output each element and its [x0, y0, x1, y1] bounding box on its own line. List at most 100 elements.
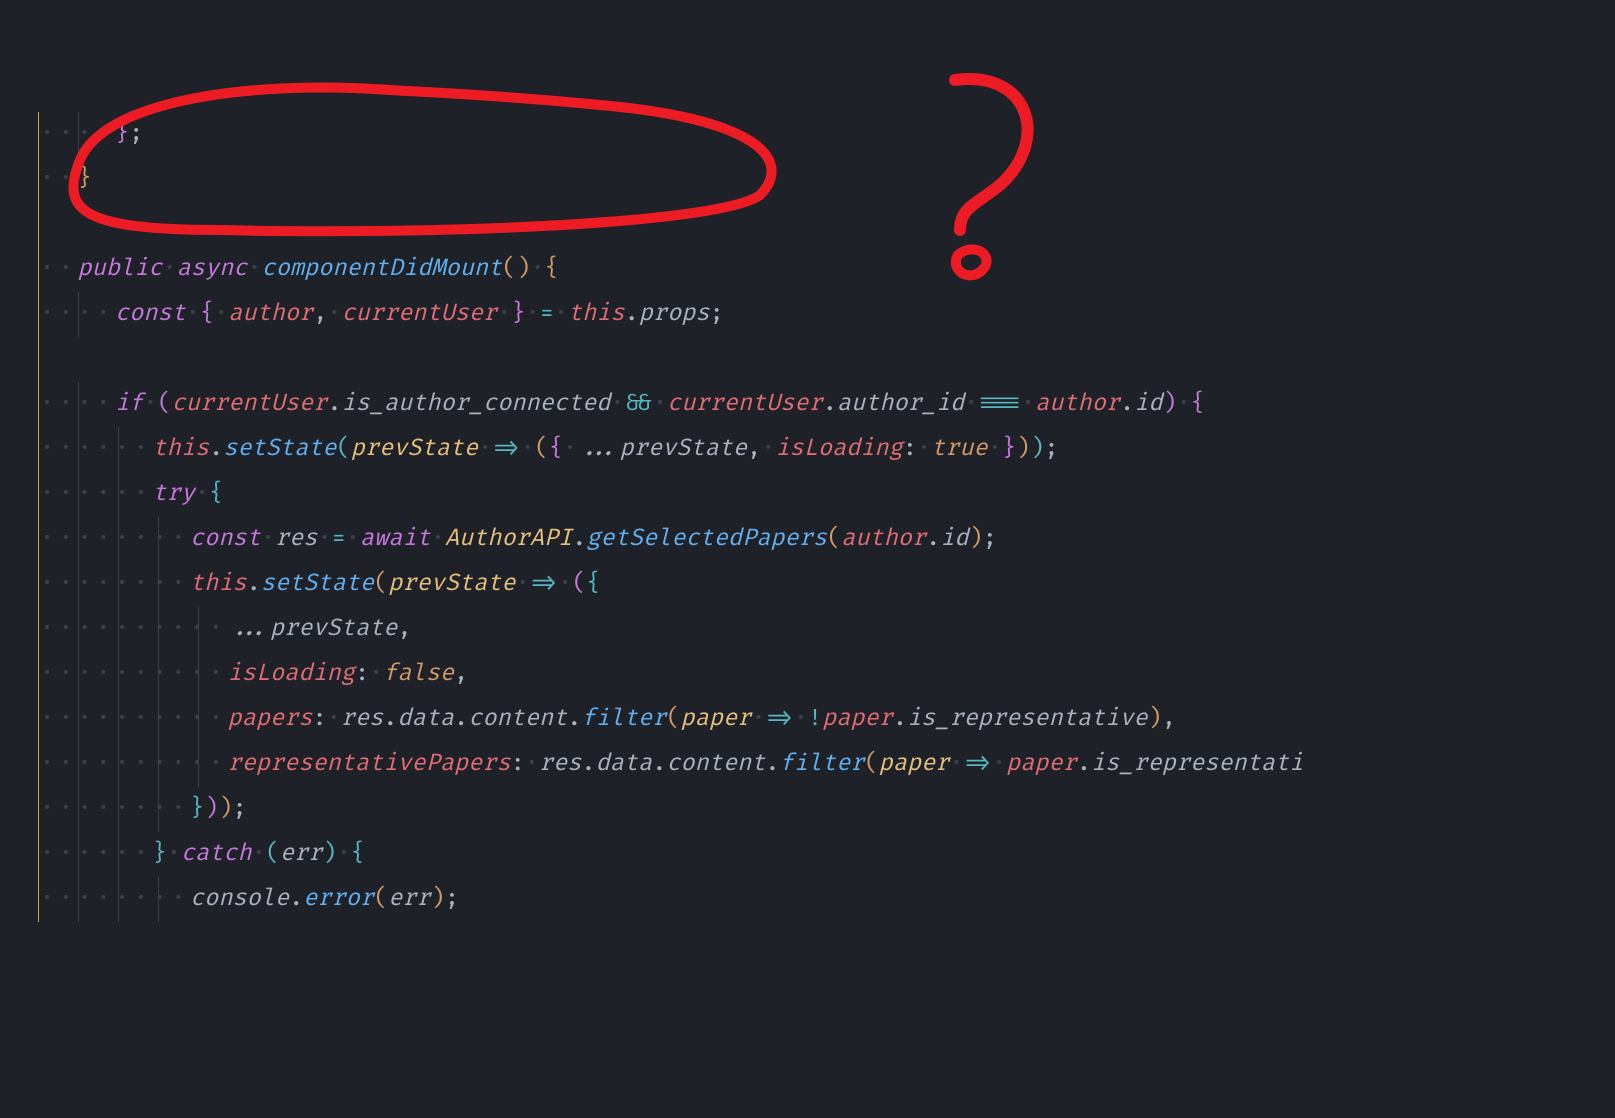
- token-var: currentUser: [172, 390, 328, 418]
- token-ws: ·: [478, 435, 492, 463]
- token-ws: ·: [186, 300, 200, 328]
- code-line[interactable]: · · · · · · · · · · representativePapers…: [0, 742, 1615, 787]
- token-punct: .: [209, 435, 223, 463]
- token-param: prevState: [388, 570, 515, 598]
- indent-guide: [38, 832, 39, 877]
- token-ws: ·: [516, 570, 530, 598]
- token-prop: props: [639, 300, 710, 328]
- token-punct: .: [1077, 750, 1091, 778]
- indent-guide: [118, 742, 119, 787]
- token-brace-y: (): [502, 255, 530, 283]
- indent-guide: [78, 607, 79, 652]
- token-kw-mod: public: [78, 255, 163, 283]
- code-line[interactable]: · · · · const·{·author,·currentUser·}·=·…: [0, 292, 1615, 337]
- token-ws: ·: [530, 255, 544, 283]
- token-op: !: [808, 705, 822, 733]
- token-ws: ·: [143, 390, 157, 418]
- token-punct: .: [247, 570, 261, 598]
- code-line[interactable]: · · · · · · · · const·res·=·await·Author…: [0, 517, 1615, 562]
- indent-guide: [38, 742, 39, 787]
- indent-guide: [38, 652, 39, 697]
- token-brace-b: ): [1030, 435, 1044, 463]
- indent-guide: [38, 517, 39, 562]
- token-method: getSelectedPapers: [586, 525, 827, 553]
- indent-guide: [78, 742, 79, 787]
- code-line[interactable]: · · · · · · · · console.error(err);: [0, 877, 1615, 922]
- token-punct: .: [652, 750, 666, 778]
- token-ws: ·: [653, 390, 667, 418]
- indent-guide: [78, 562, 79, 607]
- indent-guide: [38, 607, 39, 652]
- token-this: this: [190, 570, 247, 598]
- indent-guide: [78, 427, 79, 472]
- token-prop: is_author_connected: [342, 390, 611, 418]
- indent-guide: [118, 877, 119, 922]
- indent-guide: [118, 652, 119, 697]
- indent-guide: [198, 697, 199, 742]
- token-prop: content: [666, 750, 765, 778]
- token-ws: ·: [252, 840, 266, 868]
- token-brace-b: {: [351, 840, 365, 868]
- code-line[interactable]: · · · · · · · · · · ...prevState,: [0, 607, 1615, 652]
- token-prop: is_representati: [1091, 750, 1303, 778]
- indent-whitespace: · · · · · · · · · ·: [40, 750, 228, 778]
- token-ws: ·: [794, 705, 808, 733]
- token-ws: ·: [167, 840, 181, 868]
- token-ws: ·: [327, 705, 341, 733]
- indent-whitespace: · · · · · · · ·: [40, 795, 190, 823]
- indent-guide: [158, 517, 159, 562]
- token-kw-mod: catch: [181, 840, 252, 868]
- token-prop: author_id: [837, 390, 964, 418]
- token-var: paper: [1006, 750, 1077, 778]
- code-line[interactable]: · · · · · · · · · · isLoading:·false,: [0, 652, 1615, 697]
- token-ws: ·: [162, 255, 176, 283]
- token-ws: ·: [761, 435, 775, 463]
- token-punct: ;: [233, 795, 247, 823]
- indent-guide: [118, 472, 119, 517]
- indent-guide: [78, 292, 79, 337]
- token-punct: .: [823, 390, 837, 418]
- indent-guide: [78, 112, 79, 157]
- token-prop: prevState: [270, 615, 397, 643]
- token-bool: false: [383, 660, 454, 688]
- indent-guide: [38, 382, 39, 427]
- indent-guide: [38, 202, 39, 247]
- code-line[interactable]: · · · · · · · · this.setState(prevState·…: [0, 562, 1615, 607]
- code-line[interactable]: · · · · · · this.setState(prevState·=>·(…: [0, 427, 1615, 472]
- indent-whitespace: · · · · · · · ·: [40, 570, 190, 598]
- token-ws: ·: [525, 750, 539, 778]
- code-editor[interactable]: · · · · };· · }· · public·async·componen…: [0, 112, 1615, 922]
- indent-guide: [158, 697, 159, 742]
- code-line[interactable]: [0, 337, 1615, 382]
- token-ws: ·: [563, 435, 577, 463]
- token-brace-p: ): [1162, 390, 1176, 418]
- code-line[interactable]: · · · · · · · · · · papers:·res.data.con…: [0, 697, 1615, 742]
- token-propkey: isLoading: [775, 435, 902, 463]
- code-line[interactable]: · · · · };: [0, 112, 1615, 157]
- token-op: =>: [530, 570, 558, 598]
- token-prop: is_representative: [907, 705, 1148, 733]
- token-param: prevState: [351, 435, 478, 463]
- token-var: currentUser: [667, 390, 823, 418]
- token-brace-b: }: [190, 795, 204, 823]
- token-op: =: [540, 300, 554, 328]
- code-line[interactable]: · · · · if·(currentUser.is_author_connec…: [0, 382, 1615, 427]
- token-param: paper: [879, 750, 950, 778]
- token-kw-mod: if: [115, 390, 143, 418]
- token-ws: ·: [247, 255, 261, 283]
- token-brace-y: }: [78, 165, 92, 193]
- code-line[interactable]: · · · · · · }·catch·(err)·{: [0, 832, 1615, 877]
- indent-whitespace: · · · · · · · ·: [40, 885, 190, 913]
- token-ws: ·: [988, 435, 1002, 463]
- token-ws: ·: [317, 525, 331, 553]
- token-punct: .: [572, 525, 586, 553]
- code-line[interactable]: · · }: [0, 157, 1615, 202]
- code-line[interactable]: · · public·async·componentDidMount()·{: [0, 247, 1615, 292]
- token-punct: ;: [129, 120, 143, 148]
- token-this: this: [568, 300, 625, 328]
- token-ws: ·: [261, 525, 275, 553]
- code-line[interactable]: · · · · · · try·{: [0, 472, 1615, 517]
- token-punct: .: [581, 750, 595, 778]
- indent-guide: [118, 607, 119, 652]
- code-line[interactable]: [0, 202, 1615, 247]
